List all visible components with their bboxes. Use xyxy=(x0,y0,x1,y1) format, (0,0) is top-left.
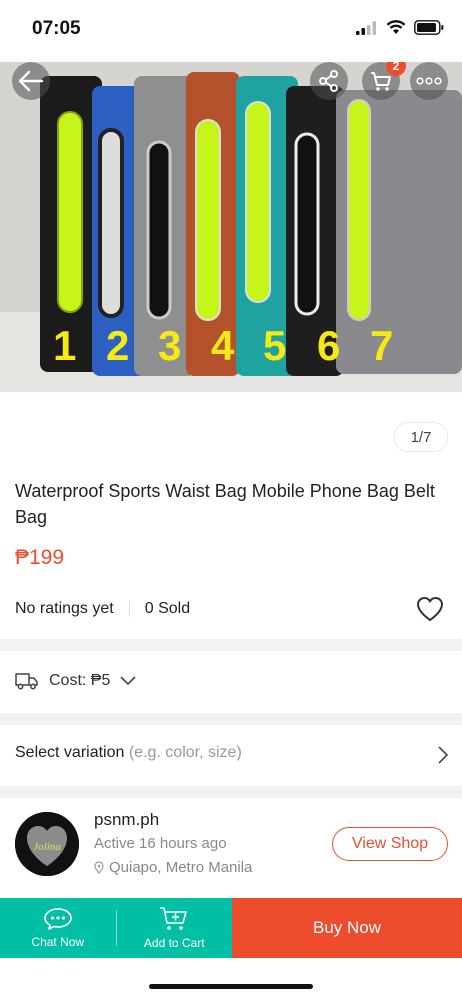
chevron-right-icon xyxy=(438,746,449,764)
product-title: Waterproof Sports Waist Bag Mobile Phone… xyxy=(15,481,435,527)
teal-actions: Chat Now Add to Cart xyxy=(0,898,232,958)
section-divider xyxy=(0,786,462,798)
shop-active: Active 16 hours ago xyxy=(94,835,227,852)
buy-now-button[interactable]: Buy Now xyxy=(232,898,462,958)
back-arrow-icon xyxy=(18,70,44,92)
bag-number-4: 4 xyxy=(211,322,235,369)
battery-icon xyxy=(414,20,444,35)
shop-avatar[interactable]: Jolina xyxy=(15,812,79,876)
cart-button[interactable]: 2 xyxy=(362,62,406,100)
variation-hint: (e.g. color, size) xyxy=(128,744,242,761)
bag-number-3: 3 xyxy=(158,322,181,369)
chat-now-button[interactable]: Chat Now xyxy=(0,898,116,958)
bag-number-1: 1 xyxy=(53,322,76,369)
shipping-row[interactable]: Cost: ₱5 xyxy=(15,672,136,690)
bag-number-2: 2 xyxy=(106,322,129,369)
status-icons xyxy=(356,20,444,35)
share-button[interactable] xyxy=(310,62,348,100)
image-counter: 1/7 xyxy=(394,422,448,452)
signal-icon xyxy=(356,20,376,35)
section-divider xyxy=(0,713,462,725)
product-price: ₱199 xyxy=(15,546,65,569)
variation-label: Select variation xyxy=(15,744,125,761)
heart-icon xyxy=(417,597,443,621)
product-image[interactable]: 1 2 3 4 5 6 7 2 xyxy=(0,62,462,392)
chat-icon xyxy=(43,908,72,930)
product-photo: 1 2 3 4 5 6 7 xyxy=(0,62,462,392)
bag-number-6: 6 xyxy=(317,322,340,369)
shipping-cost: Cost: ₱5 xyxy=(49,672,111,689)
more-icon xyxy=(416,77,442,85)
back-button[interactable] xyxy=(12,62,50,100)
shop-logo: Jolina xyxy=(15,812,79,876)
status-time: 07:05 xyxy=(32,18,81,39)
ratings-row: No ratings yet 0 Sold xyxy=(15,600,190,618)
shop-name: psnm.ph xyxy=(94,810,160,829)
shop-logo-text: Jolina xyxy=(33,841,61,853)
more-button[interactable] xyxy=(410,62,448,100)
shop-location: Quiapo, Metro Manila xyxy=(109,859,253,876)
chat-now-label: Chat Now xyxy=(31,935,85,949)
variation-chevron[interactable] xyxy=(438,746,449,769)
sold-count: 0 Sold xyxy=(144,600,191,617)
view-shop-button[interactable]: View Shop xyxy=(332,827,448,861)
truck-icon xyxy=(15,673,38,690)
chevron-down-icon xyxy=(120,676,136,686)
status-bar: 07:05 xyxy=(0,0,462,56)
share-icon xyxy=(319,70,338,92)
bottom-action-bar: Chat Now Add to Cart Buy Now xyxy=(0,898,462,958)
like-button[interactable] xyxy=(416,596,444,627)
add-to-cart-label: Add to Cart xyxy=(143,936,205,950)
ratings-text: No ratings yet xyxy=(15,600,114,617)
bag-number-7: 7 xyxy=(370,322,393,369)
location-pin-icon xyxy=(94,861,104,874)
shop-location-row: Quiapo, Metro Manila xyxy=(94,859,252,876)
divider xyxy=(128,601,130,617)
section-divider xyxy=(0,639,462,651)
wifi-icon xyxy=(386,20,406,34)
add-cart-icon xyxy=(160,907,188,930)
add-to-cart-button[interactable]: Add to Cart xyxy=(117,898,233,958)
bag-number-5: 5 xyxy=(263,322,286,369)
home-indicator[interactable] xyxy=(149,984,313,989)
select-variation-row[interactable]: Select variation (e.g. color, size) xyxy=(15,744,242,762)
